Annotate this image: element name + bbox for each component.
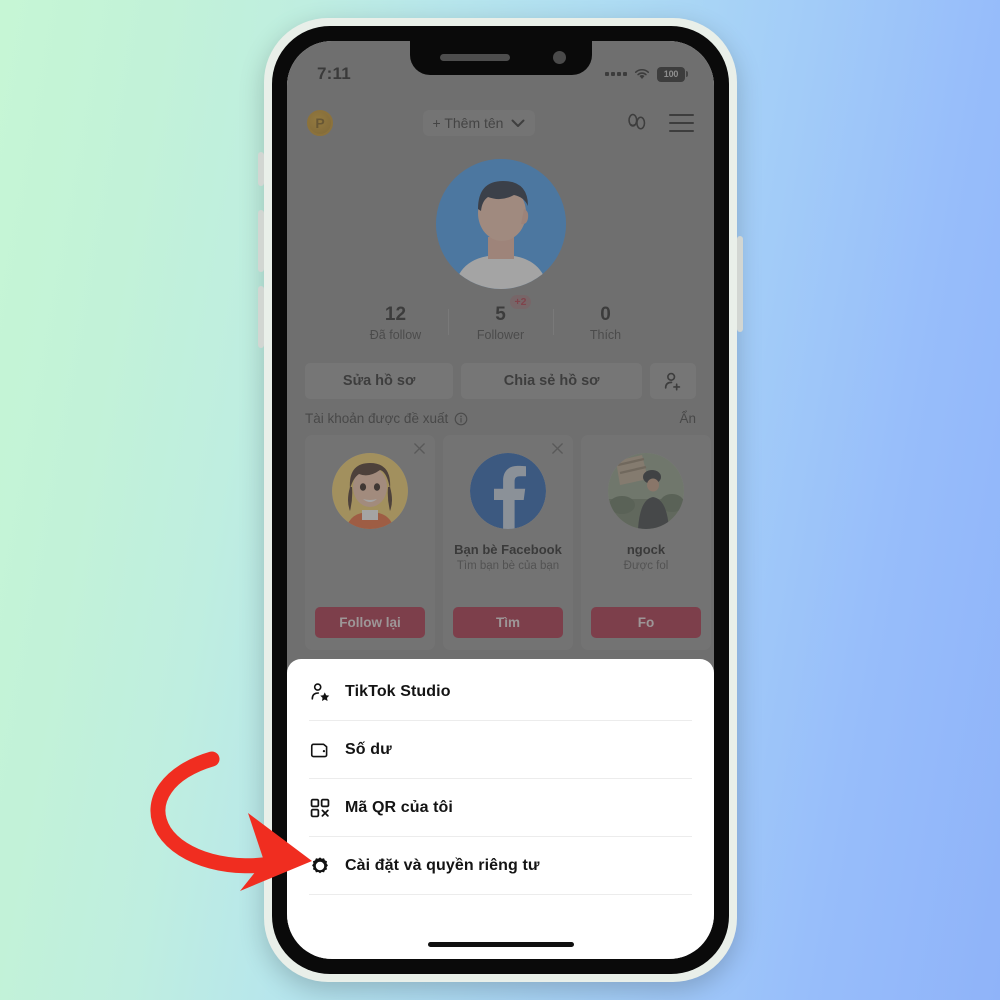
red-curved-arrow bbox=[150, 751, 312, 891]
volume-down-button[interactable] bbox=[258, 286, 264, 348]
facebook-logo bbox=[470, 453, 546, 529]
menu-item-label: Cài đặt và quyền riêng tư bbox=[345, 856, 540, 874]
volume-up-button[interactable] bbox=[258, 210, 264, 272]
close-x-icon[interactable] bbox=[551, 442, 564, 455]
stat-value: 5 bbox=[495, 304, 506, 325]
stat-followers[interactable]: +2 5 Follower bbox=[449, 295, 553, 342]
add-friend-button[interactable] bbox=[650, 363, 696, 399]
home-indicator[interactable] bbox=[427, 942, 574, 947]
hamburger-menu-icon[interactable] bbox=[668, 114, 694, 132]
bottom-sheet-menu: TikTok Studio Số dư Mã QR của tôi Cài đặ… bbox=[287, 659, 714, 959]
signal-dots-icon bbox=[605, 72, 627, 76]
battery-level: 100 bbox=[663, 69, 679, 79]
suggested-name: ngock bbox=[626, 542, 666, 557]
silent-switch-button[interactable] bbox=[258, 152, 264, 186]
stat-likes[interactable]: 0 Thích bbox=[554, 303, 658, 342]
suggested-card[interactable]: Follow lại bbox=[305, 435, 435, 650]
user-avatar[interactable] bbox=[435, 159, 566, 289]
menu-item-label: TikTok Studio bbox=[345, 682, 451, 700]
menu-item-tiktok-studio[interactable]: TikTok Studio bbox=[309, 663, 692, 721]
follow-back-button[interactable]: Follow lại bbox=[315, 607, 425, 638]
menu-item-balance[interactable]: Số dư bbox=[309, 721, 692, 779]
menu-item-label: Số dư bbox=[345, 740, 392, 758]
hide-suggested-button[interactable]: Ẩn bbox=[679, 411, 696, 426]
suggested-sub: Tìm bạn bè của bạn bbox=[456, 560, 560, 572]
person-star-icon bbox=[309, 681, 331, 703]
battery-icon: 100 bbox=[657, 66, 685, 82]
footprints-friends-icon[interactable] bbox=[625, 111, 649, 135]
follower-new-badge: +2 bbox=[509, 295, 532, 309]
menu-item-my-qr-code[interactable]: Mã QR của tôi bbox=[309, 779, 692, 837]
close-x-icon[interactable] bbox=[413, 442, 426, 455]
status-time: 7:11 bbox=[317, 64, 351, 83]
battery-tip bbox=[686, 71, 688, 77]
stat-value: 12 bbox=[384, 304, 407, 325]
power-button[interactable] bbox=[737, 236, 743, 332]
suggested-accounts-header: Tài khoản được đề xuất Ẩn bbox=[305, 411, 696, 426]
suggested-accounts-row[interactable]: Follow lại Bạn bè Facebook Tìm bạn bè củ… bbox=[305, 435, 714, 655]
suggested-name: Bạn bè Facebook bbox=[454, 542, 562, 557]
share-profile-button[interactable]: Chia sẻ hồ sơ bbox=[461, 363, 642, 399]
suggested-sub: Được fol bbox=[623, 560, 669, 572]
photo-avatar bbox=[608, 453, 684, 529]
suggested-card[interactable]: Bạn bè Facebook Tìm bạn bè của bạn Tìm bbox=[443, 435, 573, 650]
menu-item-label: Mã QR của tôi bbox=[345, 798, 453, 816]
edit-profile-button[interactable]: Sửa hồ sơ bbox=[305, 363, 454, 399]
header-actions bbox=[625, 111, 694, 135]
phone-notch bbox=[409, 41, 592, 75]
stat-value: 0 bbox=[600, 304, 611, 325]
status-indicators: 100 bbox=[605, 66, 688, 82]
pro-badge-label: P bbox=[315, 115, 325, 131]
chevron-down-icon bbox=[511, 119, 525, 127]
suggested-title: Tài khoản được đề xuất bbox=[305, 411, 449, 426]
app-header: P + Thêm tên bbox=[287, 99, 714, 147]
add-name-button[interactable]: + Thêm tên bbox=[422, 110, 536, 136]
follow-button[interactable]: Fo bbox=[591, 607, 701, 638]
stat-label: Đã follow bbox=[369, 327, 422, 342]
info-circle-icon[interactable] bbox=[454, 412, 468, 426]
profile-actions: Sửa hồ sơ Chia sẻ hồ sơ bbox=[305, 363, 696, 399]
find-friends-button[interactable]: Tìm bbox=[453, 607, 563, 638]
earpiece-speaker bbox=[439, 54, 510, 61]
pro-badge-icon[interactable]: P bbox=[307, 110, 333, 136]
suggested-card[interactable]: ngock Được fol Fo bbox=[581, 435, 711, 650]
menu-item-settings-privacy[interactable]: Cài đặt và quyền riêng tư bbox=[309, 837, 692, 895]
add-name-label: + Thêm tên bbox=[432, 115, 504, 131]
add-person-icon bbox=[664, 372, 681, 391]
wifi-icon bbox=[634, 68, 650, 79]
stat-following[interactable]: 12 Đã follow bbox=[344, 303, 448, 342]
front-camera bbox=[552, 51, 566, 64]
phone-screen: 7:11 100 P + Thêm tên 12 Đã follow +2 5 … bbox=[287, 41, 714, 959]
suggested-avatar bbox=[332, 453, 408, 529]
stat-label: Follower bbox=[476, 327, 525, 342]
profile-stats: 12 Đã follow +2 5 Follower 0 Thích bbox=[287, 295, 714, 342]
stat-label: Thích bbox=[589, 327, 622, 342]
